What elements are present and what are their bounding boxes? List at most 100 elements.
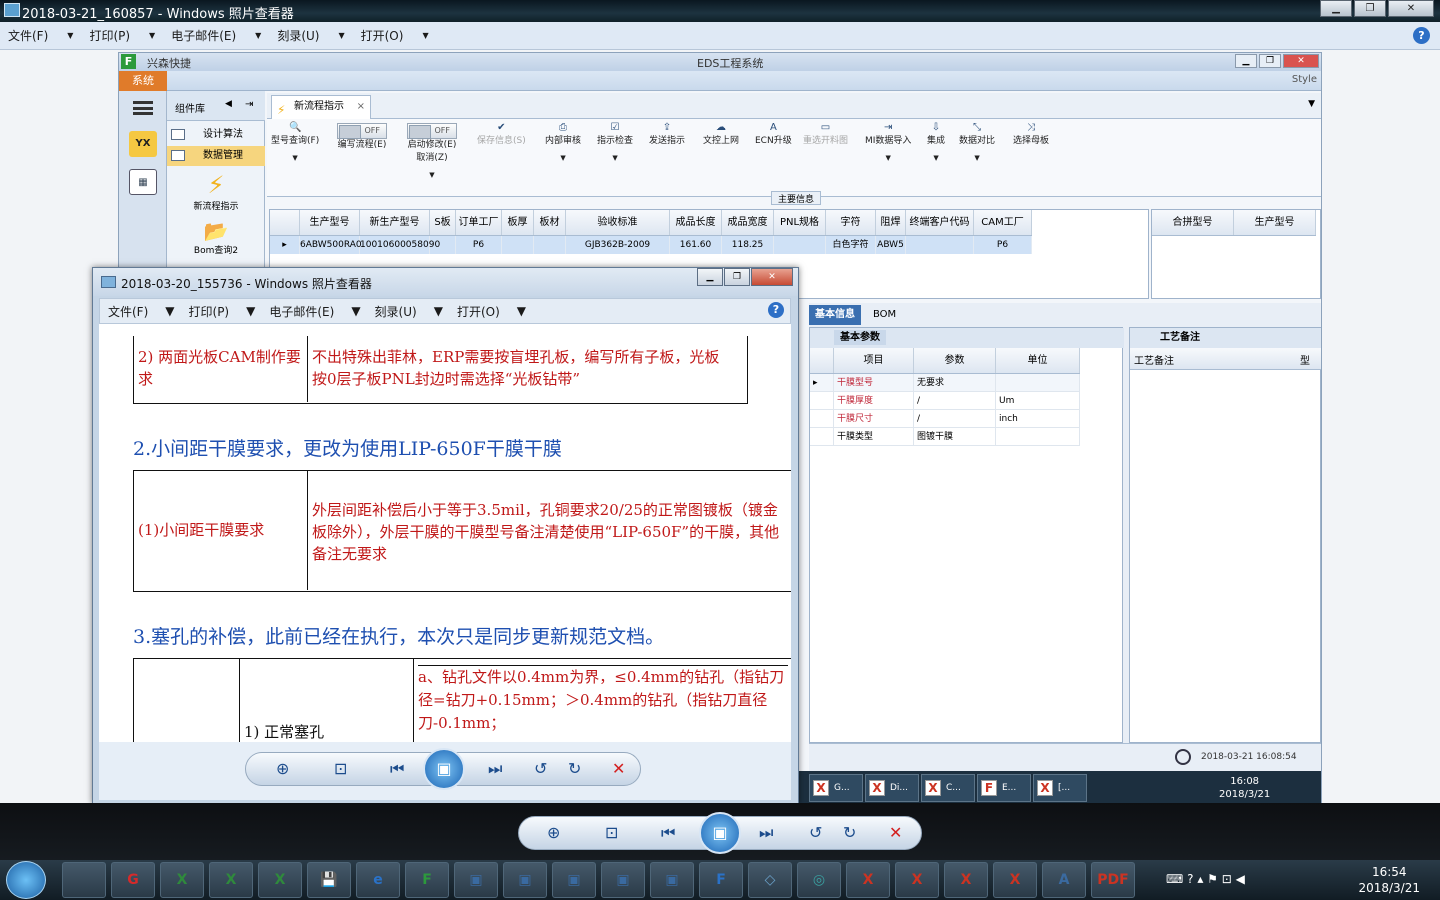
column-header[interactable]: CAM工厂 [974, 210, 1032, 235]
eds-minimize-button[interactable]: ▁ [1235, 54, 1257, 68]
table-cell[interactable] [430, 236, 456, 254]
table-row[interactable]: 干膜厚度 / Um [810, 392, 1080, 410]
taskbar-app-icon[interactable]: X [846, 862, 890, 898]
next-icon[interactable]: ⏭ [759, 823, 773, 843]
tab-bom[interactable]: BOM [867, 305, 902, 325]
inner-taskbar-item[interactable]: X G... [809, 774, 863, 802]
table-cell[interactable]: P6 [456, 236, 502, 254]
fit-window-icon[interactable]: ⊡ [605, 823, 618, 842]
taskbar-app-icon[interactable]: A [1042, 862, 1086, 898]
toolbar-button[interactable]: 🔍 型号查询(F) ▼ [271, 123, 319, 165]
table-cell[interactable] [502, 236, 534, 254]
table-cell[interactable]: P6 [974, 236, 1032, 254]
column-header[interactable]: 生产型号 [300, 210, 360, 235]
zoom-icon[interactable]: ⊕ [276, 759, 289, 778]
menu-item[interactable]: 文件(F) [8, 27, 48, 44]
column-header[interactable]: 板厚 [502, 210, 534, 235]
eds-close-button[interactable]: ✕ [1283, 54, 1319, 68]
toolbar-button[interactable]: OFF 编写流程(E) [337, 123, 387, 152]
taskbar-app-icon[interactable]: X [895, 862, 939, 898]
inner-maximize-button[interactable]: ❐ [724, 268, 750, 286]
collapse-left-icon[interactable]: ◀ [225, 99, 232, 109]
column-header[interactable]: 字符 [826, 210, 876, 235]
toolbar-button[interactable]: ⇩ 集成 ▼ [927, 123, 945, 165]
tab-new-flow[interactable]: ⚡ 新流程指示 × [271, 95, 371, 119]
table-cell[interactable]: 118.25 [722, 236, 774, 254]
taskbar-app-icon[interactable]: 💾 [307, 862, 351, 898]
dropdown-icon[interactable]: ▼ [865, 152, 911, 165]
inner-taskbar-item[interactable]: X Di... [865, 774, 919, 802]
lib-item-design[interactable]: 设计算法 [167, 125, 265, 145]
inner-taskbar-item[interactable]: X [... [1033, 774, 1087, 802]
inner-minimize-button[interactable]: ▁ [697, 268, 723, 286]
previous-icon[interactable]: ⏮ [390, 759, 404, 779]
taskbar-app-icon[interactable]: ▣ [503, 862, 547, 898]
toolbar-button[interactable]: A ECN升级 [755, 123, 792, 148]
column-header[interactable]: 生产型号 [1234, 210, 1316, 235]
style-menu[interactable]: Style [1292, 74, 1317, 85]
next-icon[interactable]: ⏭ [488, 759, 502, 779]
dropdown-icon[interactable]: ▼ [545, 152, 581, 165]
toolbar-button[interactable]: ⇪ 发送指示 [649, 123, 685, 148]
new-flow-tool[interactable]: ⚡ 新流程指示 [181, 171, 251, 212]
menu-item[interactable]: 打印(P) [89, 27, 130, 44]
taskbar-app-icon[interactable]: ▣ [552, 862, 596, 898]
column-header[interactable]: S板 [430, 210, 456, 235]
rotate-right-icon[interactable]: ↻ [843, 823, 856, 842]
dropdown-icon[interactable]: ▼ [959, 152, 995, 165]
taskbar-app-icon[interactable]: X [160, 862, 204, 898]
rotate-left-icon[interactable]: ↺ [534, 759, 547, 778]
table-row[interactable]: ▸ 6ABW500RA0 10010600058090 P6 GJB362B-2009 1… [270, 236, 1032, 254]
taskbar-app-icon[interactable]: ▣ [601, 862, 645, 898]
lib-item-data[interactable]: 数据管理 [167, 146, 265, 166]
toolbar-button[interactable]: ⤨ 选择母板 [1013, 123, 1049, 148]
table-cell[interactable]: ABW5 [876, 236, 906, 254]
table-cell[interactable]: GJB362B-2009 [566, 236, 670, 254]
dropdown-icon[interactable]: ▼ [927, 152, 945, 165]
menu-item[interactable]: 电子邮件(E) [269, 303, 334, 320]
toolbar-button[interactable]: ☑ 指示检查 ▼ [597, 123, 633, 165]
tab-basic-info[interactable]: 基本信息 [809, 305, 861, 325]
minimize-button[interactable]: ▁ [1320, 0, 1352, 17]
table-row[interactable]: 干膜尺寸 / inch [810, 410, 1080, 428]
column-header[interactable]: 项目 [834, 348, 914, 373]
column-header[interactable]: PNL规格 [774, 210, 826, 235]
yx-module-icon[interactable]: YX [129, 131, 157, 157]
delete-icon[interactable]: ✕ [612, 759, 625, 778]
column-header[interactable]: 终端客户代码 [906, 210, 974, 235]
rotate-right-icon[interactable]: ↻ [568, 759, 581, 778]
inner-taskbar-item[interactable]: F E... [977, 774, 1031, 802]
close-button[interactable]: ✕ [1388, 0, 1434, 17]
taskbar-app-icon[interactable]: ▣ [454, 862, 498, 898]
taskbar-app-icon[interactable]: ◎ [797, 862, 841, 898]
table-cell[interactable] [774, 236, 826, 254]
toolbar-button[interactable]: ⇥ MI数据导入 ▼ [865, 123, 911, 165]
table-cell[interactable]: 白色字符 [826, 236, 876, 254]
taskbar-app-icon[interactable]: X [209, 862, 253, 898]
menu-item[interactable]: 电子邮件(E) [171, 27, 236, 44]
table-row[interactable]: ▸ 干膜型号 无要求 [810, 374, 1080, 392]
taskbar-app-icon[interactable]: ◇ [748, 862, 792, 898]
column-header[interactable]: 阻焊 [876, 210, 906, 235]
table-cell[interactable]: 10010600058090 [360, 236, 440, 254]
toolbar-button[interactable]: ☁ 文控上网 [703, 123, 739, 148]
column-header[interactable]: 参数 [914, 348, 996, 373]
taskbar-app-icon[interactable]: ▣ [650, 862, 694, 898]
bom-query-tool[interactable]: 📂 Bom查询2 [181, 219, 251, 256]
delete-icon[interactable]: ✕ [889, 823, 902, 842]
start-button[interactable] [6, 861, 46, 899]
column-header[interactable]: 合拼型号 [1152, 210, 1234, 235]
param-value[interactable]: / [914, 410, 996, 427]
toolbar-button[interactable]: ⤡ 数据对比 ▼ [959, 123, 995, 165]
taskbar-app-icon[interactable] [62, 862, 106, 898]
toolbar-button[interactable]: OFF 启动修改(E) 取消(Z) ▼ [407, 123, 457, 182]
fit-window-icon[interactable]: ⊡ [334, 759, 347, 778]
zoom-icon[interactable]: ⊕ [547, 823, 560, 842]
param-value[interactable]: / [914, 392, 996, 409]
menu-item[interactable]: 刻录(U) [277, 27, 319, 44]
table-row[interactable]: 干膜类型 图镀干膜 [810, 428, 1080, 446]
rotate-left-icon[interactable]: ↺ [809, 823, 822, 842]
eds-maximize-button[interactable]: ❐ [1259, 54, 1281, 68]
taskbar-app-icon[interactable]: G [111, 862, 155, 898]
column-header[interactable]: 单位 [996, 348, 1080, 373]
